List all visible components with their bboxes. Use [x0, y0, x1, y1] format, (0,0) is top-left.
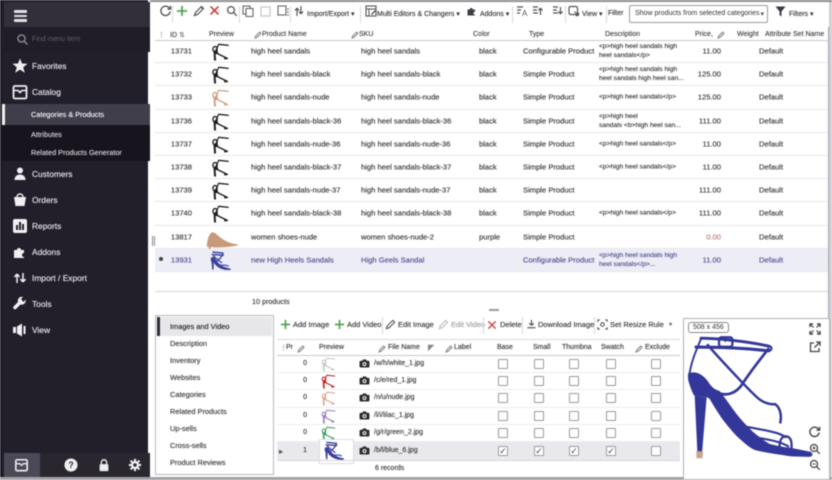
svg-text:?: ?	[68, 460, 73, 470]
svg-text:A: A	[522, 9, 528, 17]
